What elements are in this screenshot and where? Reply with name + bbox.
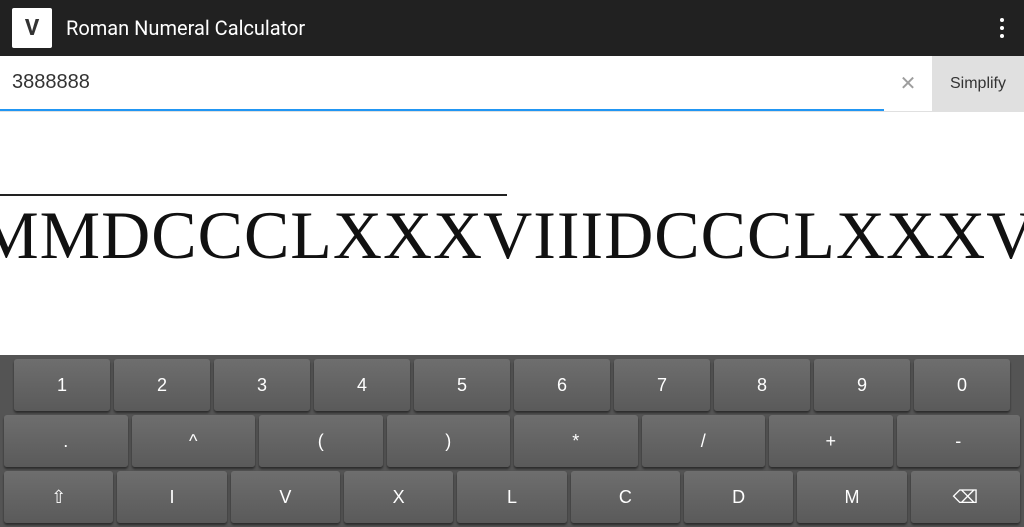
result-area: MMMDCCCLXXXVIIIDCCCLXXXVIII [0,112,1024,355]
key-5[interactable]: 5 [414,359,510,411]
roman-numeral-display: MMMDCCCLXXXVIIIDCCCLXXXVIII [0,198,1024,273]
key-minus[interactable]: - [897,415,1021,467]
menu-dot-3 [1000,34,1004,38]
app-title: Roman Numeral Calculator [66,16,992,40]
key-dot[interactable]: . [4,415,128,467]
key-asterisk[interactable]: * [514,415,638,467]
menu-dot-2 [1000,26,1004,30]
roman-result-wrapper: MMMDCCCLXXXVIIIDCCCLXXXVIII [0,194,1024,273]
key-4[interactable]: 4 [314,359,410,411]
backspace-icon: ⌫ [953,487,978,508]
app-header: V Roman Numeral Calculator [0,0,1024,56]
clear-icon: ✕ [900,71,917,96]
key-2[interactable]: 2 [114,359,210,411]
keyboard-row-numbers: 1 2 3 4 5 6 7 8 9 0 [4,359,1020,411]
menu-dot-1 [1000,18,1004,22]
app-logo: V [12,8,52,48]
key-9[interactable]: 9 [814,359,910,411]
shift-icon: ⇧ [51,487,66,508]
key-7[interactable]: 7 [614,359,710,411]
key-V[interactable]: V [231,471,340,523]
input-row: ✕ Simplify [0,56,1024,112]
shift-key[interactable]: ⇧ [4,471,113,523]
key-0[interactable]: 0 [914,359,1010,411]
clear-button[interactable]: ✕ [884,56,932,111]
key-8[interactable]: 8 [714,359,810,411]
key-I[interactable]: I [117,471,226,523]
key-plus[interactable]: + [769,415,893,467]
overline-bar [0,194,507,196]
key-6[interactable]: 6 [514,359,610,411]
keyboard-row-letters: ⇧ I V X L C D M ⌫ [4,471,1020,523]
key-C[interactable]: C [571,471,680,523]
keyboard: 1 2 3 4 5 6 7 8 9 0 . ^ ( ) * / + - ⇧ I … [0,355,1024,527]
key-M[interactable]: M [797,471,906,523]
simplify-label: Simplify [950,75,1006,92]
key-close-paren[interactable]: ) [387,415,511,467]
key-slash[interactable]: / [642,415,766,467]
key-3[interactable]: 3 [214,359,310,411]
backspace-key[interactable]: ⌫ [911,471,1020,523]
number-input[interactable] [0,56,884,111]
key-open-paren[interactable]: ( [259,415,383,467]
keyboard-row-symbols: . ^ ( ) * / + - [4,415,1020,467]
simplify-button[interactable]: Simplify [932,56,1024,111]
key-X[interactable]: X [344,471,453,523]
key-L[interactable]: L [457,471,566,523]
logo-letter: V [25,16,39,41]
key-D[interactable]: D [684,471,793,523]
key-1[interactable]: 1 [14,359,110,411]
key-caret[interactable]: ^ [132,415,256,467]
menu-button[interactable] [992,10,1012,46]
